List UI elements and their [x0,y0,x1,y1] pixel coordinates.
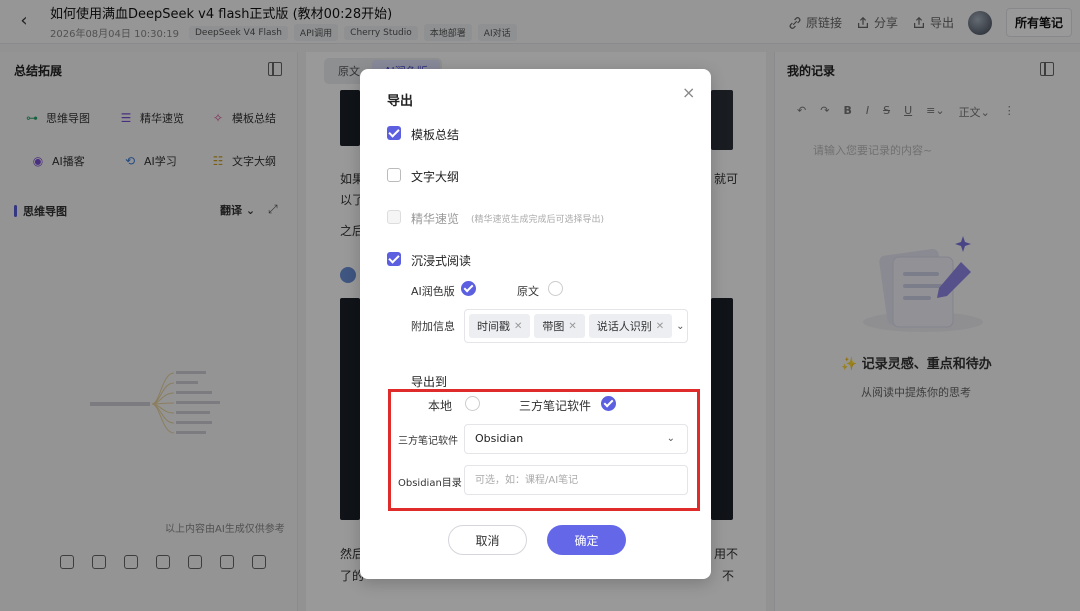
obsidian-dir-input[interactable] [464,465,688,495]
original-label: 原文 [517,285,539,298]
outline-label: 文字大纲 [411,170,460,184]
export-dialog: 导出 × 模板总结 文字大纲 精华速览 (精华速览生成完成后可选择导出) 沉浸式… [360,69,711,579]
cancel-button[interactable]: 取消 [448,525,527,555]
essence-label: 精华速览 [411,212,460,226]
template-label: 模板总结 [411,128,460,142]
chip-with-images: 带图 ✕ [534,314,585,338]
chevron-down-icon: ⌄ [676,320,685,332]
obsidian-dir-label: Obsidian目录 [398,478,462,489]
essence-checkbox[interactable] [387,210,401,224]
third-party-select[interactable]: Obsidian ⌄ [464,424,688,454]
export-to-label: 导出到 [411,375,448,389]
third-party-radio[interactable] [601,396,616,411]
extra-info-select[interactable]: 时间戳 ✕ 带图 ✕ 说话人识别 ✕ ⌄ [464,309,688,343]
third-party-field-label: 三方笔记软件 [398,436,458,447]
chip-remove-icon[interactable]: ✕ [568,321,576,332]
confirm-button[interactable]: 确定 [547,525,626,555]
outline-checkbox[interactable] [387,168,401,182]
original-radio[interactable] [548,281,563,296]
chevron-down-icon: ⌄ [666,433,675,444]
template-checkbox[interactable] [387,126,401,140]
immersive-label: 沉浸式阅读 [411,254,472,268]
local-label: 本地 [428,399,453,413]
third-party-label: 三方笔记软件 [519,399,592,413]
dialog-title: 导出 [387,94,414,109]
chip-timestamp: 时间戳 ✕ [469,314,531,338]
ai-version-radio[interactable] [461,281,476,296]
chip-remove-icon[interactable]: ✕ [514,321,522,332]
chip-remove-icon[interactable]: ✕ [656,321,664,332]
immersive-checkbox[interactable] [387,252,401,266]
ai-version-label: AI润色版 [411,285,455,298]
chip-speaker-id: 说话人识别 ✕ [588,314,673,338]
close-icon[interactable]: × [682,83,695,102]
local-radio[interactable] [465,396,480,411]
extra-info-label: 附加信息 [411,320,455,333]
essence-note: (精华速览生成完成后可选择导出) [471,215,605,225]
